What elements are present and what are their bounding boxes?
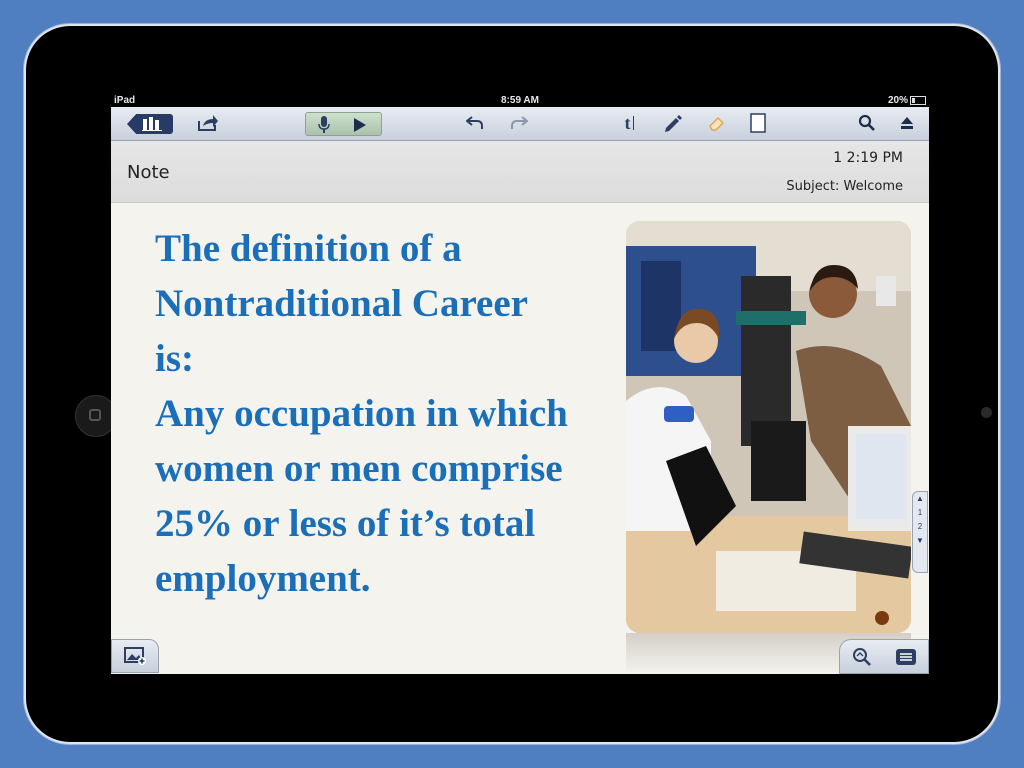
note-subject[interactable]: Subject: Welcome [786,179,903,194]
note-time: 1 2:19 PM [833,150,903,166]
screen: iPad 8:59 AM 20% t Note 1 2:19 PM Subjec… [111,94,929,674]
note-title[interactable]: Note [127,162,170,183]
microphone-icon [318,116,330,133]
zoom-icon [853,648,871,666]
camera-icon [981,407,992,418]
text-tool-icon: t [624,112,631,133]
zoom-button[interactable] [846,645,878,669]
audio-controls [305,112,382,136]
note-content: The definition of a Nontraditional Caree… [111,203,929,674]
add-image-button[interactable] [111,639,159,673]
add-image-icon [124,647,146,665]
search-icon [858,114,875,131]
search-button[interactable] [855,112,879,134]
eject-button[interactable] [895,112,919,134]
page-number-2[interactable]: 2 [913,520,927,534]
battery-icon [910,95,926,105]
eraser-icon [709,116,725,131]
page-number-1[interactable]: 1 [913,506,927,520]
play-button[interactable] [350,114,370,136]
note-header: Note 1 2:19 PM Subject: Welcome [111,141,929,203]
students-photo [626,221,911,633]
play-icon [354,118,366,132]
battery-percent: 20% [887,95,908,106]
home-square-icon [89,409,101,421]
toolbar: t [111,107,929,141]
undo-icon [466,116,483,129]
share-button[interactable] [195,112,221,134]
page-down-icon[interactable]: ▼ [913,534,927,548]
record-button[interactable] [314,114,334,136]
eraser-tool-button[interactable] [705,112,729,134]
undo-button[interactable] [463,112,487,134]
bottom-right-tray [839,639,929,674]
main-text: The definition of a Nontraditional Caree… [155,227,568,600]
share-icon [198,115,218,131]
library-button[interactable] [127,114,173,134]
text-tool-button[interactable]: t [619,112,639,134]
redo-button[interactable] [507,112,531,134]
page-button[interactable] [747,112,769,134]
battery-indicator: 20% [888,94,926,107]
redo-icon [511,116,528,129]
menu-button[interactable] [890,645,922,669]
text-cursor-icon [632,116,634,130]
page-icon [750,113,766,133]
status-time: 8:59 AM [501,95,539,106]
status-bar: iPad 8:59 AM 20% [111,94,929,107]
page-up-icon[interactable]: ▲ [913,492,927,506]
eject-icon [901,117,913,129]
pen-icon [665,115,682,132]
students-with-robot-image [626,221,911,633]
menu-icon [896,649,916,665]
page-navigator[interactable]: ▲ 1 2 ▼ [912,491,928,573]
library-icon [142,117,162,131]
pen-tool-button[interactable] [661,112,685,134]
